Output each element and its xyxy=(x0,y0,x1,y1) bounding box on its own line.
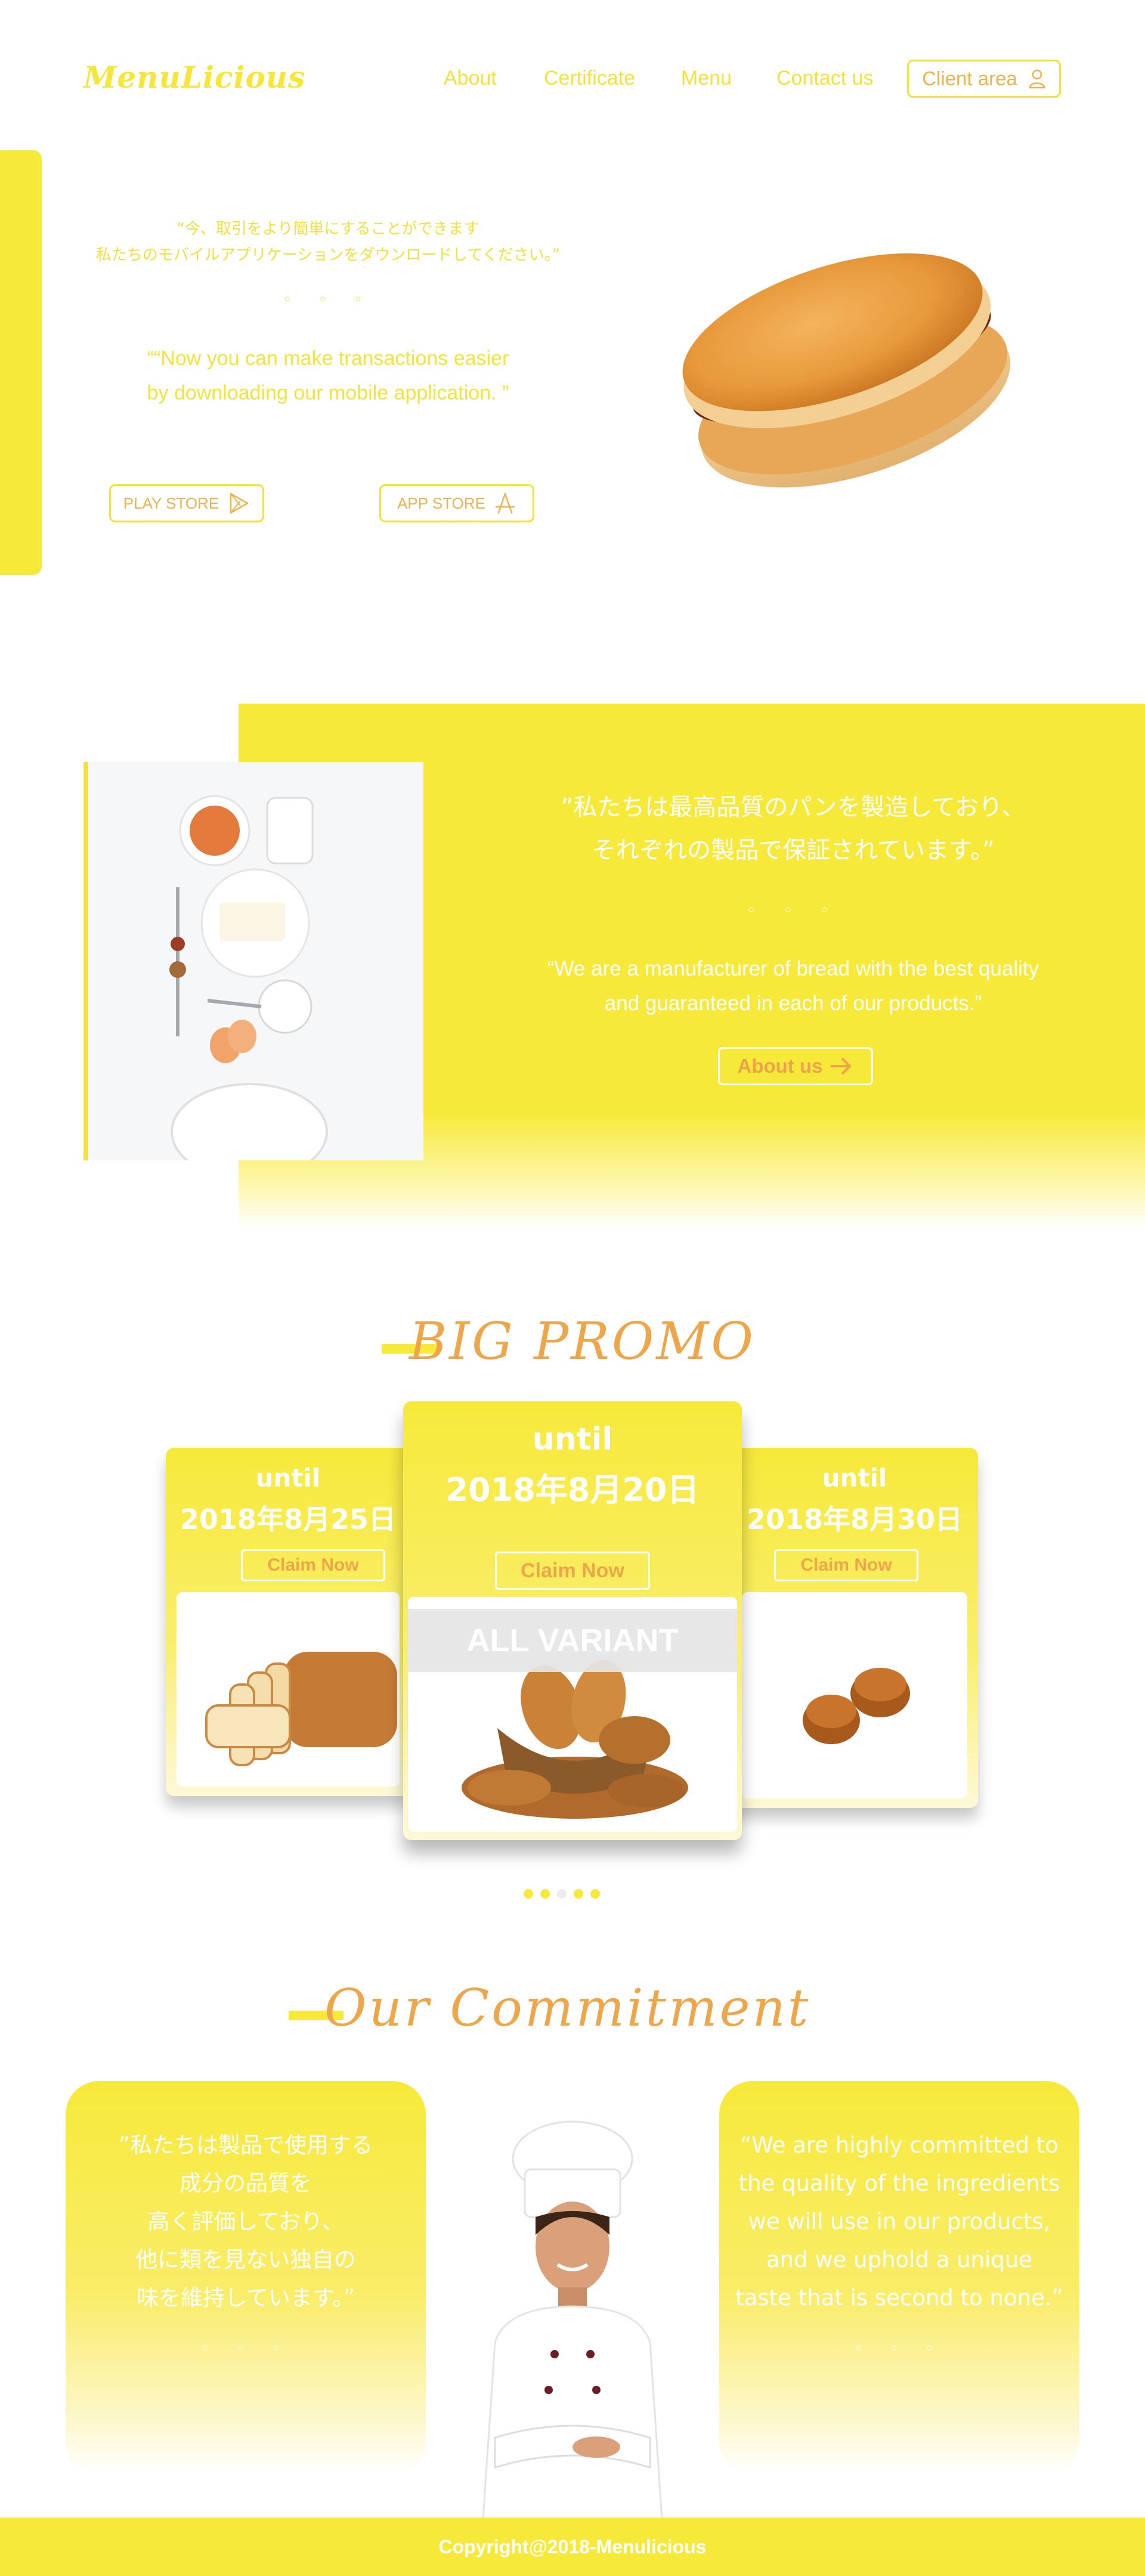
app-store-icon xyxy=(495,493,515,514)
hero-dots: ◦ ◦ ◦ xyxy=(282,291,374,309)
hero-en-text: ““Now you can make transactions easier b… xyxy=(54,341,602,410)
nav-link-menu[interactable]: Menu xyxy=(681,67,732,90)
about-us-label: About us xyxy=(737,1055,823,1077)
promo-date: 2018年8月30日 xyxy=(746,1503,963,1535)
commitment-en-text: “We are highly committed to the quality … xyxy=(719,2126,1079,2317)
promo-until-label: until xyxy=(822,1463,887,1493)
commitment-card-en: “We are highly committed to the quality … xyxy=(719,2081,1079,2475)
commitment-en-line: and we uphold a unique xyxy=(766,2247,1033,2272)
about-en-text: “We are a manufacturer of bread with the… xyxy=(513,952,1073,1021)
about-jp-line: それぞれの製品で保証されています。” xyxy=(592,837,995,864)
sliced-bread-image xyxy=(177,1592,400,1787)
commitment-jp-text: ”私たちは製品で使用する 成分の品質を 高く評価しており、 他に類を見ない独自の… xyxy=(66,2126,426,2317)
commitment-en-line: the quality of the ingredients xyxy=(738,2171,1060,2196)
app-store-button[interactable]: APP STORE xyxy=(379,484,534,522)
about-us-button[interactable]: About us xyxy=(718,1047,873,1085)
commitment-en-line: taste that is second to none.” xyxy=(735,2285,1063,2311)
about-dots: ◦ ◦ ◦ xyxy=(746,900,840,920)
commitment-en-line: “We are highly committed to xyxy=(740,2132,1059,2158)
pager-dot[interactable] xyxy=(590,1889,600,1899)
pager-dot-active[interactable] xyxy=(557,1889,567,1899)
promo-pager xyxy=(524,1889,600,1899)
about-jp-line: ”私たちは最高品質のパンを製造しており、 xyxy=(561,794,1026,821)
commitment-jp-line: 味を維持しています。” xyxy=(137,2285,355,2311)
hero-jp-text: “今、取引をより簡単にすることができます 私たちのモバイルアプリケーションをダウ… xyxy=(54,216,602,268)
commitment-jp-line: 成分の品質を xyxy=(180,2171,312,2196)
promo-title: BIG PROMO xyxy=(409,1312,756,1371)
promo-date: 2018年8月25日 xyxy=(180,1503,397,1535)
promo-until-label: until xyxy=(532,1422,613,1457)
ingredients-photo xyxy=(83,762,423,1160)
arrow-right-icon xyxy=(831,1058,852,1075)
play-store-button[interactable]: PLAY STORE xyxy=(109,484,264,522)
promo-card-left[interactable]: until 2018年8月25日 Claim Now xyxy=(166,1448,410,1796)
commitment-title: Our Commitment xyxy=(324,1979,811,2038)
commitment-jp-line: 高く評価しており、 xyxy=(147,2209,344,2234)
promo-date: 2018年8月20日 xyxy=(445,1471,700,1509)
bread-basket-image: ALL VARIANT xyxy=(408,1597,737,1832)
dorayaki-image xyxy=(682,253,1011,488)
brand-logo[interactable]: MenuLicious xyxy=(83,60,305,95)
hero-jp-line: 私たちのモバイルアプリケーションをダウンロードしてください。” xyxy=(95,246,561,264)
claim-now-button[interactable]: Claim Now xyxy=(774,1549,918,1581)
pager-dot[interactable] xyxy=(574,1889,583,1899)
hero-jp-line: “今、取引をより簡単にすることができます xyxy=(177,220,479,238)
commitment-jp-line: ”私たちは製品で使用する xyxy=(118,2132,373,2158)
claim-now-button[interactable]: Claim Now xyxy=(241,1549,385,1581)
promo-card-center[interactable]: until 2018年8月20日 Claim Now ALL VARIANT xyxy=(403,1401,742,1840)
nav-link-contact[interactable]: Contact us xyxy=(776,67,874,90)
commitment-dots: ◦ ◦ ◦ xyxy=(853,2340,945,2358)
footer: Copyright@2018-Menulicious xyxy=(0,2518,1145,2576)
nav-link-about[interactable]: About xyxy=(444,67,497,90)
all-variant-label: ALL VARIANT xyxy=(408,1609,737,1672)
footer-copyright: Copyright@2018-Menulicious xyxy=(438,2535,707,2558)
user-icon xyxy=(1029,69,1045,89)
commitment-jp-line: 他に類を見ない独自の xyxy=(135,2247,356,2272)
hero-en-line: ““Now you can make transactions easier xyxy=(147,347,509,370)
about-en-line: and guaranteed in each of our products.” xyxy=(604,992,982,1015)
pager-dot[interactable] xyxy=(524,1889,533,1899)
play-store-icon xyxy=(230,493,249,514)
app-store-label: APP STORE xyxy=(397,494,485,512)
play-store-label: PLAY STORE xyxy=(123,494,219,512)
client-area-button[interactable]: Client area xyxy=(907,60,1061,98)
chef-image xyxy=(482,2120,663,2519)
about-jp-text: ”私たちは最高品質のパンを製造しており、 それぞれの製品で保証されています。” xyxy=(513,786,1073,872)
promo-card-right[interactable]: until 2018年8月30日 Claim Now xyxy=(731,1448,978,1808)
nav-link-certificate[interactable]: Certificate xyxy=(544,67,635,90)
hero-en-line: by downloading our mobile application. ” xyxy=(147,382,509,404)
commitment-dots: ◦ ◦ ◦ xyxy=(200,2340,292,2358)
about-en-line: “We are a manufacturer of bread with the… xyxy=(547,957,1039,980)
pager-dot[interactable] xyxy=(540,1889,550,1899)
commitment-en-line: we will use in our products, xyxy=(748,2209,1051,2234)
promo-until-label: until xyxy=(255,1463,321,1493)
commitment-card-jp: ”私たちは製品で使用する 成分の品質を 高く評価しており、 他に類を見ない独自の… xyxy=(66,2081,426,2475)
side-accent-tab xyxy=(0,150,42,575)
buns-image xyxy=(742,1592,967,1798)
claim-now-button[interactable]: Claim Now xyxy=(495,1552,650,1590)
client-area-label: Client area xyxy=(922,67,1017,89)
